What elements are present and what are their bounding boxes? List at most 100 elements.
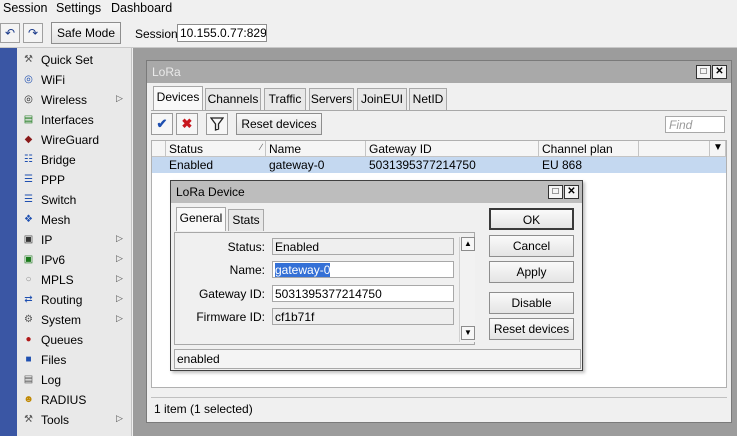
tab-devices[interactable]: Devices <box>153 86 203 110</box>
sidebar-item-ip[interactable]: ▣ IP ▷ <box>17 230 132 250</box>
dialog-tab-stats[interactable]: Stats <box>228 209 264 231</box>
sidebar-item-label: Mesh <box>41 213 71 227</box>
sidebar-item-label: Interfaces <box>41 113 94 127</box>
dialog-reset-devices-button[interactable]: Reset devices <box>489 318 574 340</box>
sort-icon: ∕ <box>260 142 262 152</box>
sidebar-item-label: Wireless <box>41 93 88 107</box>
disable-x-icon[interactable]: ✖ <box>176 113 198 135</box>
find-input[interactable]: Find <box>665 116 725 133</box>
radius-icon: ☻ <box>23 394 34 405</box>
sidebar-item-label: Log <box>41 373 62 387</box>
column-status[interactable]: Status ∕ <box>166 141 266 157</box>
undo-icon[interactable]: ↶ <box>0 23 20 43</box>
general-panel: Status: Enabled Name: gateway-0 Gateway … <box>174 232 475 345</box>
column-gateway-id[interactable]: Gateway ID <box>366 141 539 157</box>
redo-icon[interactable]: ↷ <box>23 23 43 43</box>
submenu-arrow-icon: ▷ <box>116 233 123 243</box>
submenu-arrow-icon: ▷ <box>116 313 123 323</box>
table-header-blank <box>152 141 166 157</box>
tab-channels[interactable]: Channels <box>205 88 261 110</box>
dialog-titlebar[interactable]: LoRa Device □ ✕ <box>171 181 582 203</box>
sidebar-item-label: Bridge <box>41 153 76 167</box>
sidebar-item-files[interactable]: ■ Files <box>17 350 132 370</box>
filter-icon[interactable] <box>206 113 228 135</box>
system-icon: ⚙ <box>24 314 33 325</box>
sidebar-item-label: Files <box>41 353 67 367</box>
bridge-icon: ☷ <box>24 154 33 165</box>
sidebar-item-label: RADIUS <box>41 393 87 407</box>
menu-bar: Session Settings Dashboard <box>0 0 737 18</box>
table-row[interactable]: Enabled gateway-0 5031395377214750 EU 86… <box>152 157 726 173</box>
session-label: Session: <box>135 27 182 41</box>
sidebar-item-bridge[interactable]: ☷ Bridge <box>17 150 132 170</box>
sidebar-item-label: Quick Set <box>41 53 94 67</box>
sidebar-item-label: Tools <box>41 413 70 427</box>
close-icon[interactable]: ✕ <box>712 65 727 79</box>
enable-check-icon[interactable]: ✔ <box>151 113 173 135</box>
tab-joineui[interactable]: JoinEUI <box>357 88 407 110</box>
brand-strip <box>0 48 17 436</box>
sidebar: ⚒ Quick Set ◎ WiFi ◎ Wireless ▷ ▤ Interfaces ◆ Wir… <box>17 48 132 436</box>
safe-mode-button[interactable]: Safe Mode <box>51 22 121 44</box>
sidebar-item-label: IP <box>41 233 53 247</box>
sidebar-item-label: MPLS <box>41 273 74 287</box>
sidebar-item-label: WiFi <box>41 73 65 87</box>
sidebar-item-ipv6[interactable]: ▣ IPv6 ▷ <box>17 250 132 270</box>
session-field[interactable]: 10.155.0.77:8295 <box>177 24 267 42</box>
switch-icon: ☰ <box>24 194 33 205</box>
sidebar-item-quick-set[interactable]: ⚒ Quick Set <box>17 50 132 70</box>
sidebar-item-radius[interactable]: ☻ RADIUS <box>17 390 132 410</box>
lora-window-title: LoRa <box>152 65 181 79</box>
scroll-down-icon[interactable]: ▼ <box>461 326 475 340</box>
gateway-id-field[interactable]: 5031395377214750 <box>272 285 454 302</box>
dialog-maximize-icon[interactable]: □ <box>548 185 563 199</box>
wand-icon: ⚒ <box>24 54 33 65</box>
sidebar-item-interfaces[interactable]: ▤ Interfaces <box>17 110 132 130</box>
column-chooser-icon[interactable]: ▼ <box>710 141 726 157</box>
dialog-close-icon[interactable]: ✕ <box>564 185 579 199</box>
maximize-icon[interactable]: □ <box>696 65 711 79</box>
sidebar-item-wireless[interactable]: ◎ Wireless ▷ <box>17 90 132 110</box>
reset-devices-button[interactable]: Reset devices <box>236 113 322 135</box>
ok-button[interactable]: OK <box>489 208 574 230</box>
name-field[interactable]: gateway-0 <box>272 261 454 278</box>
sidebar-item-routing[interactable]: ⇄ Routing ▷ <box>17 290 132 310</box>
tab-servers[interactable]: Servers <box>309 88 354 110</box>
ip-icon: ▣ <box>23 234 34 245</box>
cell-gateway-id: 5031395377214750 <box>369 158 476 172</box>
tab-netid[interactable]: NetID <box>409 88 447 110</box>
firmware-id-field: cf1b71f <box>272 308 454 325</box>
menu-session[interactable]: Session <box>3 1 47 15</box>
panel-scrollbar[interactable]: ▲ ▼ <box>459 237 475 342</box>
sidebar-item-system[interactable]: ⚙ System ▷ <box>17 310 132 330</box>
scroll-up-icon[interactable]: ▲ <box>461 237 475 251</box>
menu-dashboard[interactable]: Dashboard <box>111 1 172 15</box>
column-name[interactable]: Name <box>266 141 366 157</box>
menu-settings[interactable]: Settings <box>56 1 101 15</box>
sidebar-item-mesh[interactable]: ❖ Mesh <box>17 210 132 230</box>
sidebar-item-ppp[interactable]: ☰ PPP <box>17 170 132 190</box>
name-label: Name: <box>229 263 265 277</box>
sidebar-item-log[interactable]: ▤ Log <box>17 370 132 390</box>
sidebar-item-switch[interactable]: ☰ Switch <box>17 190 132 210</box>
sidebar-item-tools[interactable]: ⚒ Tools ▷ <box>17 410 132 430</box>
cell-status: Enabled <box>169 158 214 172</box>
lora-window-titlebar[interactable]: LoRa □ ✕ <box>147 61 731 83</box>
apply-button[interactable]: Apply <box>489 261 574 283</box>
wireguard-icon: ◆ <box>24 134 33 145</box>
sidebar-item-mpls[interactable]: ○ MPLS ▷ <box>17 270 132 290</box>
cancel-button[interactable]: Cancel <box>489 235 574 257</box>
column-channel-plan[interactable]: Channel plan <box>539 141 639 157</box>
dialog-status-bar: enabled <box>174 349 581 369</box>
lora-device-dialog: LoRa Device □ ✕ General Stats Status: En… <box>170 180 583 371</box>
tab-traffic[interactable]: Traffic <box>264 88 306 110</box>
queues-icon: ● <box>25 334 32 345</box>
sidebar-item-queues[interactable]: ● Queues <box>17 330 132 350</box>
sidebar-item-wifi[interactable]: ◎ WiFi <box>17 70 132 90</box>
dialog-tab-general[interactable]: General <box>176 207 226 231</box>
sidebar-item-label: Queues <box>41 333 84 347</box>
disable-button[interactable]: Disable <box>489 292 574 314</box>
sidebar-item-wireguard[interactable]: ◆ WireGuard <box>17 130 132 150</box>
submenu-arrow-icon: ▷ <box>116 293 123 303</box>
column-filler <box>639 141 710 157</box>
